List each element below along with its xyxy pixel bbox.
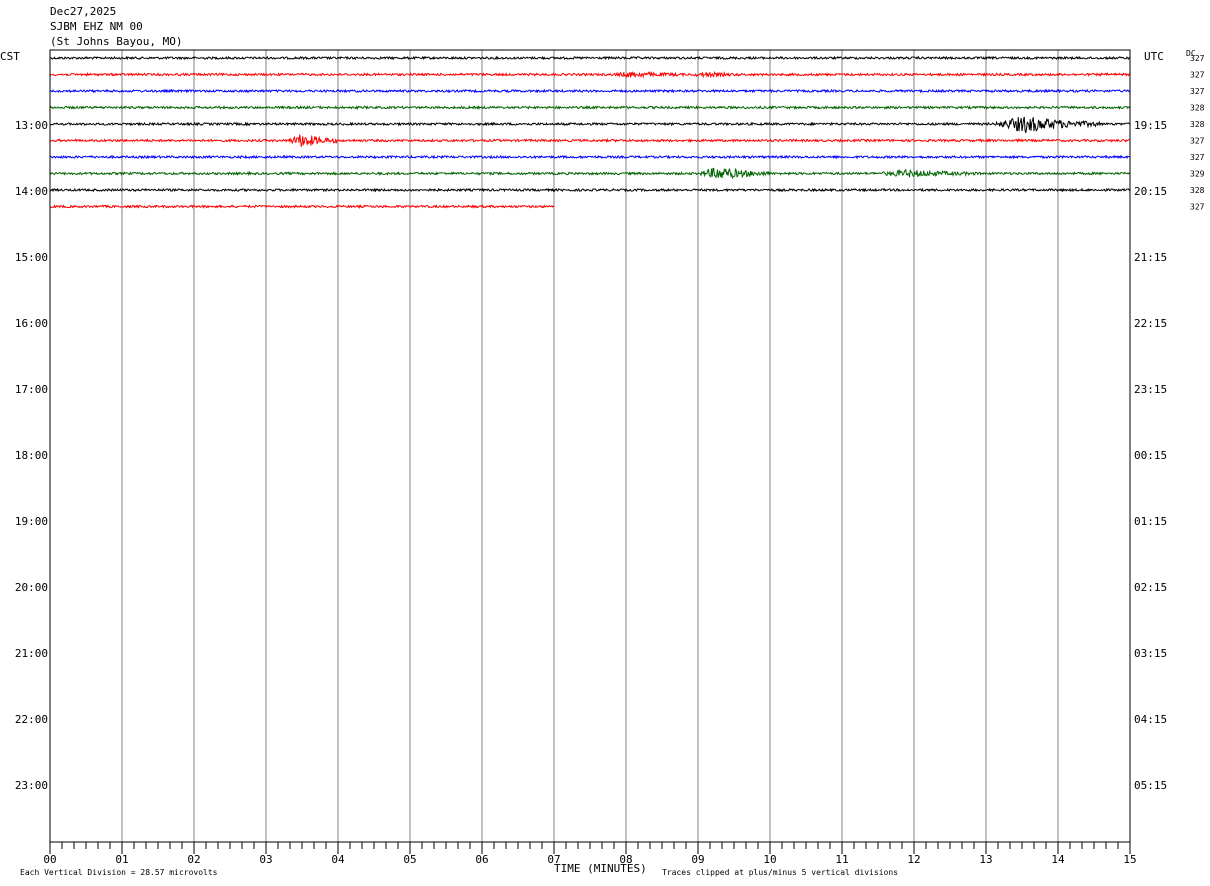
x-tick-label: 00 bbox=[43, 853, 56, 866]
right-time-label: 19:15 bbox=[1134, 119, 1167, 132]
trace-line bbox=[49, 88, 1131, 94]
right-time-label: 02:15 bbox=[1134, 581, 1167, 594]
left-time-label: 14:00 bbox=[15, 185, 48, 198]
trace-line bbox=[49, 70, 1131, 79]
helicorder-chart: 00 01 02 03 04 05 06 07 08 09 10 11 12 13 14 1513:0014:… bbox=[15, 49, 1205, 866]
vertical-division-note: Each Vertical Division = 28.57 microvolt… bbox=[20, 868, 218, 877]
x-tick-label: 09 bbox=[691, 853, 704, 866]
clipping-note: Traces clipped at plus/minus 5 vertical … bbox=[662, 868, 899, 877]
right-time-label: 04:15 bbox=[1134, 713, 1167, 726]
left-time-label: 20:00 bbox=[15, 581, 48, 594]
left-time-label: 13:00 bbox=[15, 119, 48, 132]
dc-value: 327 bbox=[1190, 137, 1205, 146]
x-tick-label: 15 bbox=[1123, 853, 1136, 866]
x-tick-label: 11 bbox=[835, 853, 848, 866]
right-time-label: 21:15 bbox=[1134, 251, 1167, 264]
x-tick-label: 06 bbox=[475, 853, 488, 866]
left-time-label: 17:00 bbox=[15, 383, 48, 396]
dc-value: 327 bbox=[1190, 71, 1205, 80]
trace-line bbox=[49, 167, 1131, 180]
trace-line bbox=[49, 134, 1131, 147]
x-tick-label: 03 bbox=[259, 853, 272, 866]
x-tick-label: 10 bbox=[763, 853, 776, 866]
x-tick-label: 01 bbox=[115, 853, 128, 866]
x-tick-label: 13 bbox=[979, 853, 992, 866]
left-time-label: 15:00 bbox=[15, 251, 48, 264]
dc-value: 327 bbox=[1190, 87, 1205, 96]
x-axis-title: TIME (MINUTES) bbox=[554, 862, 647, 875]
x-tick-label: 02 bbox=[187, 853, 200, 866]
text-layer: 00 01 02 03 04 05 06 07 08 09 10 11 12 13 14 1513:0014:… bbox=[15, 54, 1205, 866]
right-time-label: 01:15 bbox=[1134, 515, 1167, 528]
left-time-label: 16:00 bbox=[15, 317, 48, 330]
dc-value: 328 bbox=[1190, 104, 1205, 113]
dc-value: 327 bbox=[1190, 153, 1205, 162]
dc-value: 329 bbox=[1190, 170, 1205, 179]
right-time-label: 23:15 bbox=[1134, 383, 1167, 396]
trace-layer bbox=[49, 55, 1131, 210]
dc-value: 328 bbox=[1190, 120, 1205, 129]
plot-frame bbox=[49, 49, 1131, 843]
trace-line bbox=[49, 104, 1131, 111]
dc-value: 327 bbox=[1190, 54, 1205, 63]
left-time-label: 21:00 bbox=[15, 647, 48, 660]
right-time-label: 00:15 bbox=[1134, 449, 1167, 462]
left-time-label: 18:00 bbox=[15, 449, 48, 462]
x-tick-label: 04 bbox=[331, 853, 345, 866]
trace-line bbox=[49, 116, 1131, 134]
left-time-label: 22:00 bbox=[15, 713, 48, 726]
right-time-label: 05:15 bbox=[1134, 779, 1167, 792]
right-time-label: 20:15 bbox=[1134, 185, 1167, 198]
trace-line bbox=[49, 187, 1131, 193]
trace-line bbox=[49, 154, 1130, 160]
dc-value: 328 bbox=[1190, 186, 1205, 195]
trace-line bbox=[49, 55, 1131, 61]
x-tick-label: 12 bbox=[907, 853, 920, 866]
left-time-label: 19:00 bbox=[15, 515, 48, 528]
grid-layer bbox=[49, 50, 1131, 854]
trace-line bbox=[49, 204, 555, 210]
right-time-label: 03:15 bbox=[1134, 647, 1167, 660]
right-time-label: 22:15 bbox=[1134, 317, 1167, 330]
x-tick-label: 05 bbox=[403, 853, 416, 866]
x-tick-label: 14 bbox=[1051, 853, 1065, 866]
left-time-label: 23:00 bbox=[15, 779, 48, 792]
dc-value: 327 bbox=[1190, 203, 1205, 212]
